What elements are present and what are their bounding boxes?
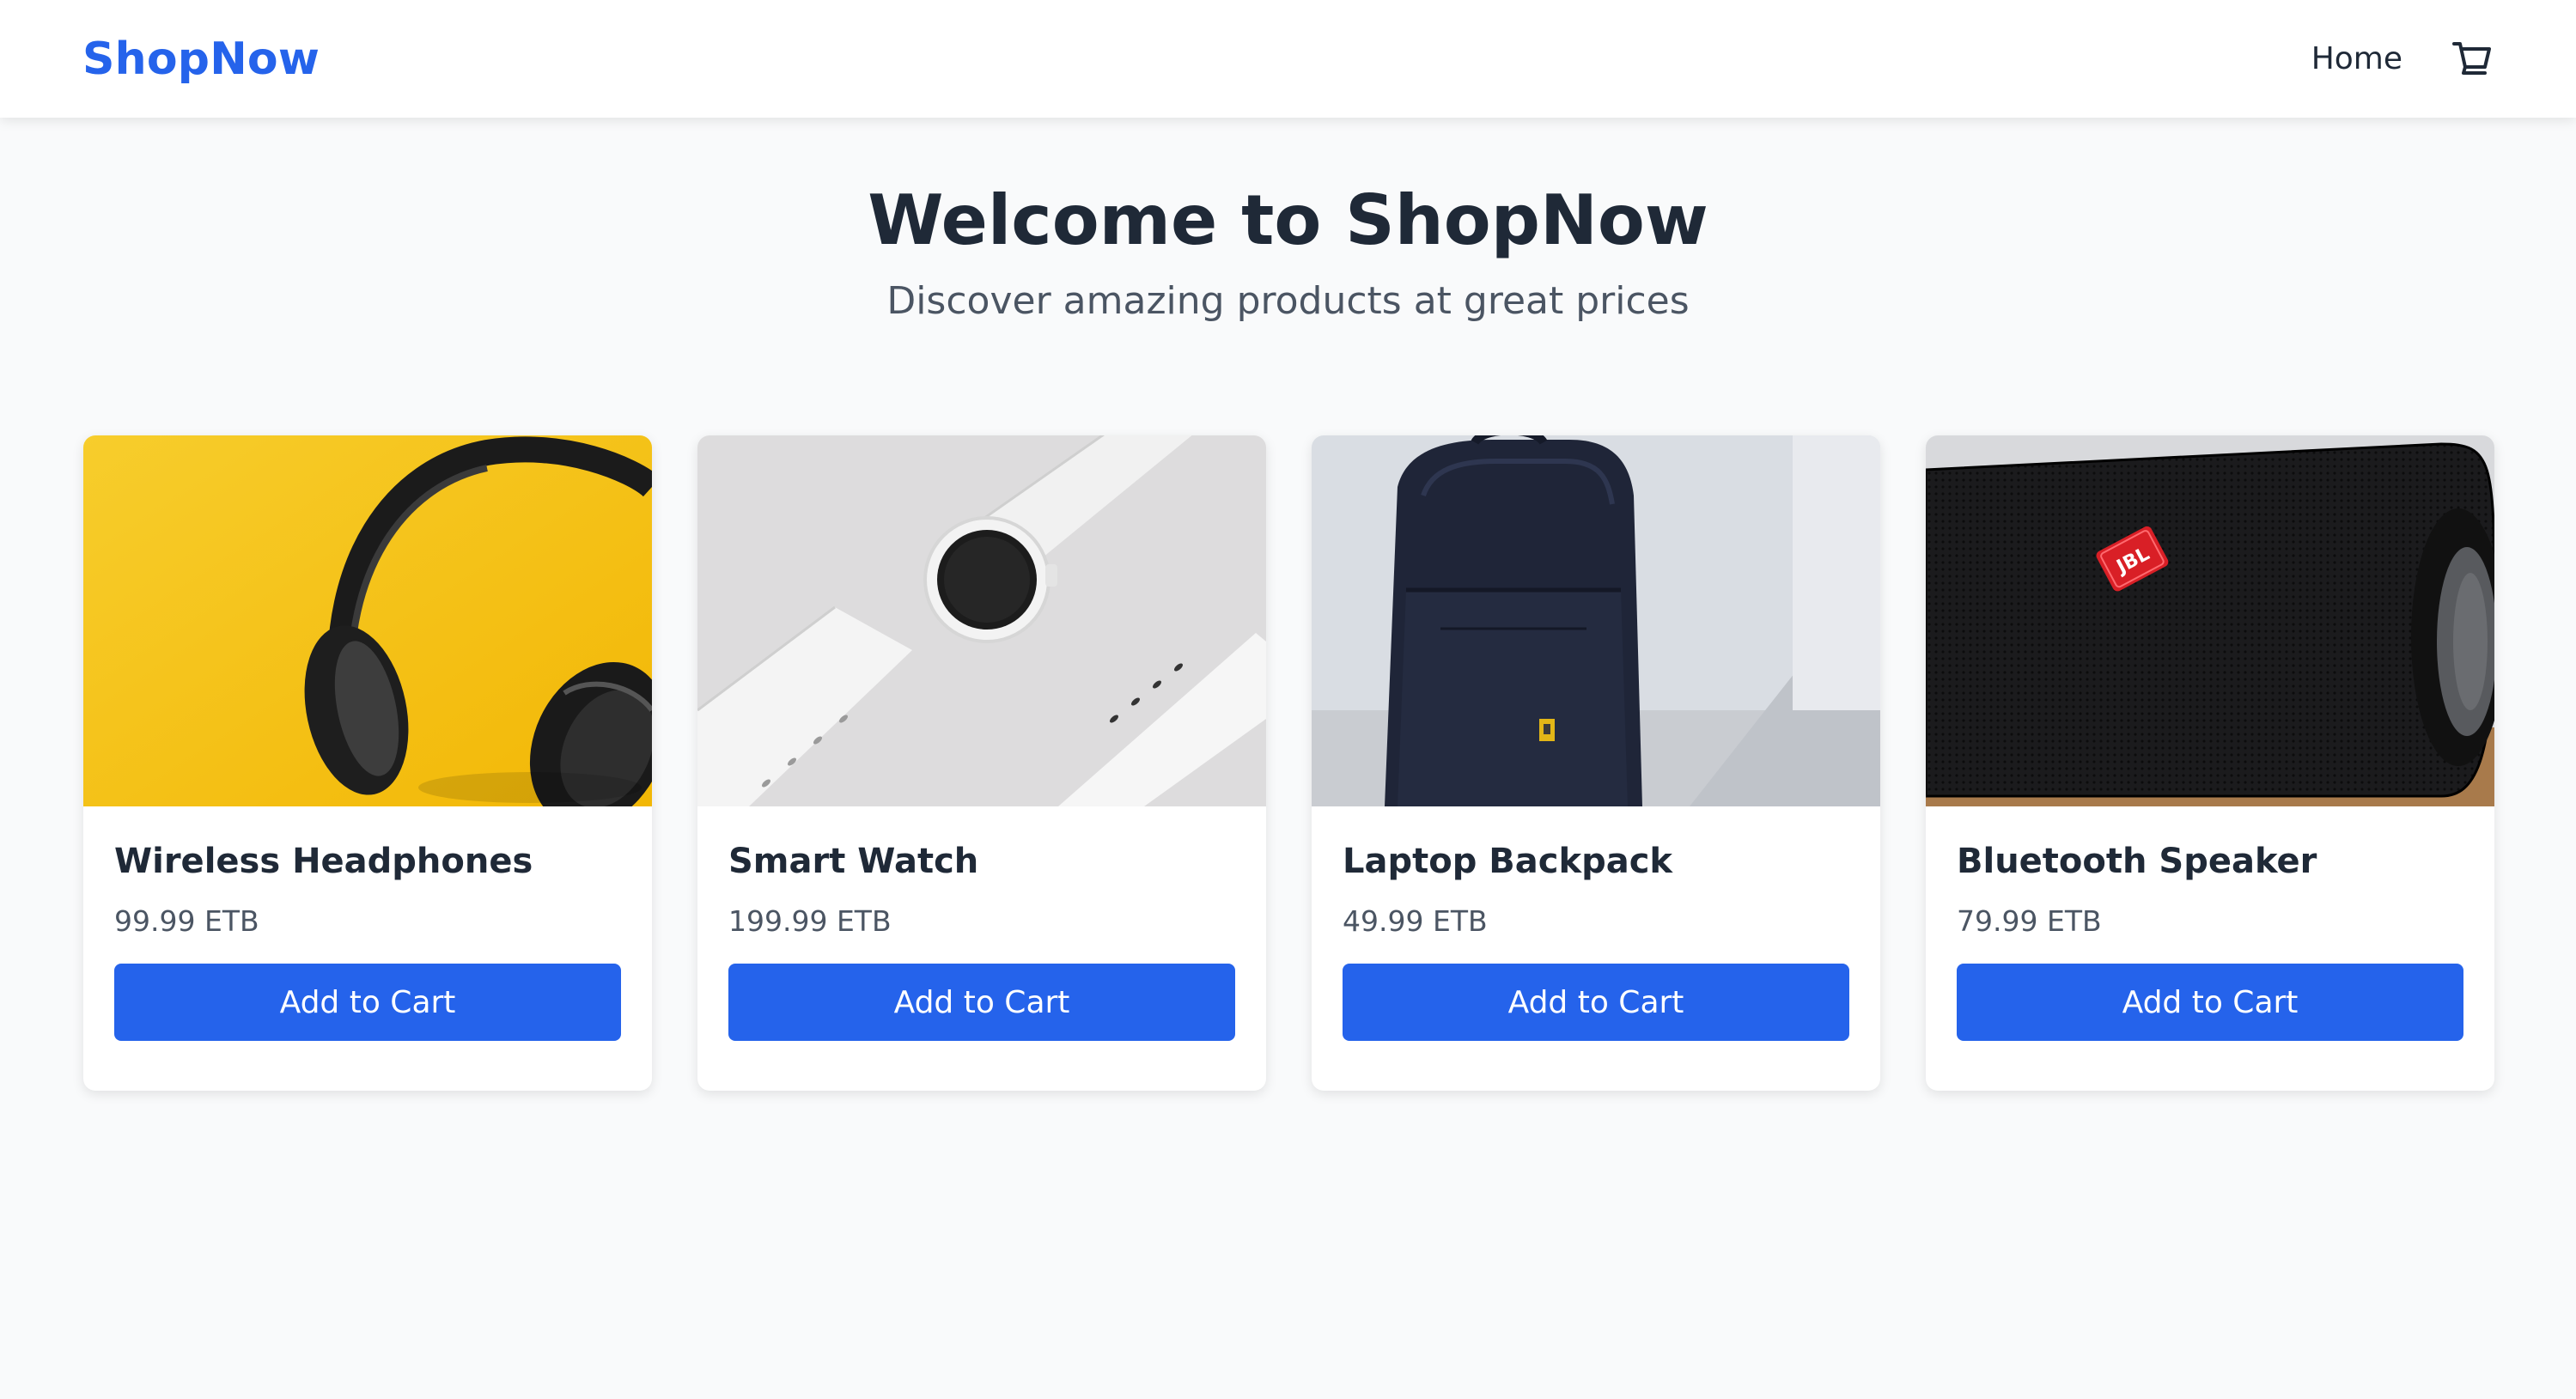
headphones-image (83, 435, 652, 806)
product-card: Laptop Backpack 49.99 ETB Add to Cart (1312, 435, 1880, 1091)
card-body: Laptop Backpack 49.99 ETB Add to Cart (1312, 806, 1880, 1072)
product-card: Smart Watch 199.99 ETB Add to Cart (697, 435, 1266, 1091)
hero-title: Welcome to ShopNow (868, 180, 1708, 260)
product-price: 199.99 ETB (728, 904, 892, 938)
product-price: 99.99 ETB (114, 904, 259, 938)
product-card: JBL Bluetooth Speaker 79.99 ETB Add to C… (1926, 435, 2494, 1091)
add-to-cart-button[interactable]: Add to Cart (1343, 964, 1849, 1041)
navbar: ShopNow Home (0, 0, 2576, 118)
product-name: Smart Watch (728, 842, 979, 881)
product-name: Laptop Backpack (1343, 842, 1673, 881)
add-to-cart-button[interactable]: Add to Cart (728, 964, 1235, 1041)
add-to-cart-button[interactable]: Add to Cart (1957, 964, 2463, 1041)
product-card: Wireless Headphones 99.99 ETB Add to Car… (83, 435, 652, 1091)
logo[interactable]: ShopNow (82, 33, 320, 85)
product-price: 49.99 ETB (1343, 904, 1488, 938)
speaker-image: JBL (1926, 435, 2494, 806)
product-grid: Wireless Headphones 99.99 ETB Add to Car… (83, 435, 2495, 1091)
hero: Welcome to ShopNow Discover amazing prod… (0, 118, 2576, 324)
smartwatch-image (697, 435, 1266, 806)
card-body: Smart Watch 199.99 ETB Add to Cart (697, 806, 1266, 1072)
card-body: Bluetooth Speaker 79.99 ETB Add to Cart (1926, 806, 2494, 1072)
product-name: Bluetooth Speaker (1957, 842, 2317, 881)
nav-links: Home (2311, 38, 2494, 81)
product-name: Wireless Headphones (114, 842, 533, 881)
product-price: 79.99 ETB (1957, 904, 2102, 938)
nav-home-link[interactable]: Home (2311, 41, 2402, 76)
backpack-image (1312, 435, 1880, 806)
card-body: Wireless Headphones 99.99 ETB Add to Car… (83, 806, 652, 1072)
cart-icon[interactable] (2451, 38, 2494, 81)
hero-subtitle: Discover amazing products at great price… (886, 279, 1690, 323)
add-to-cart-button[interactable]: Add to Cart (114, 964, 621, 1041)
